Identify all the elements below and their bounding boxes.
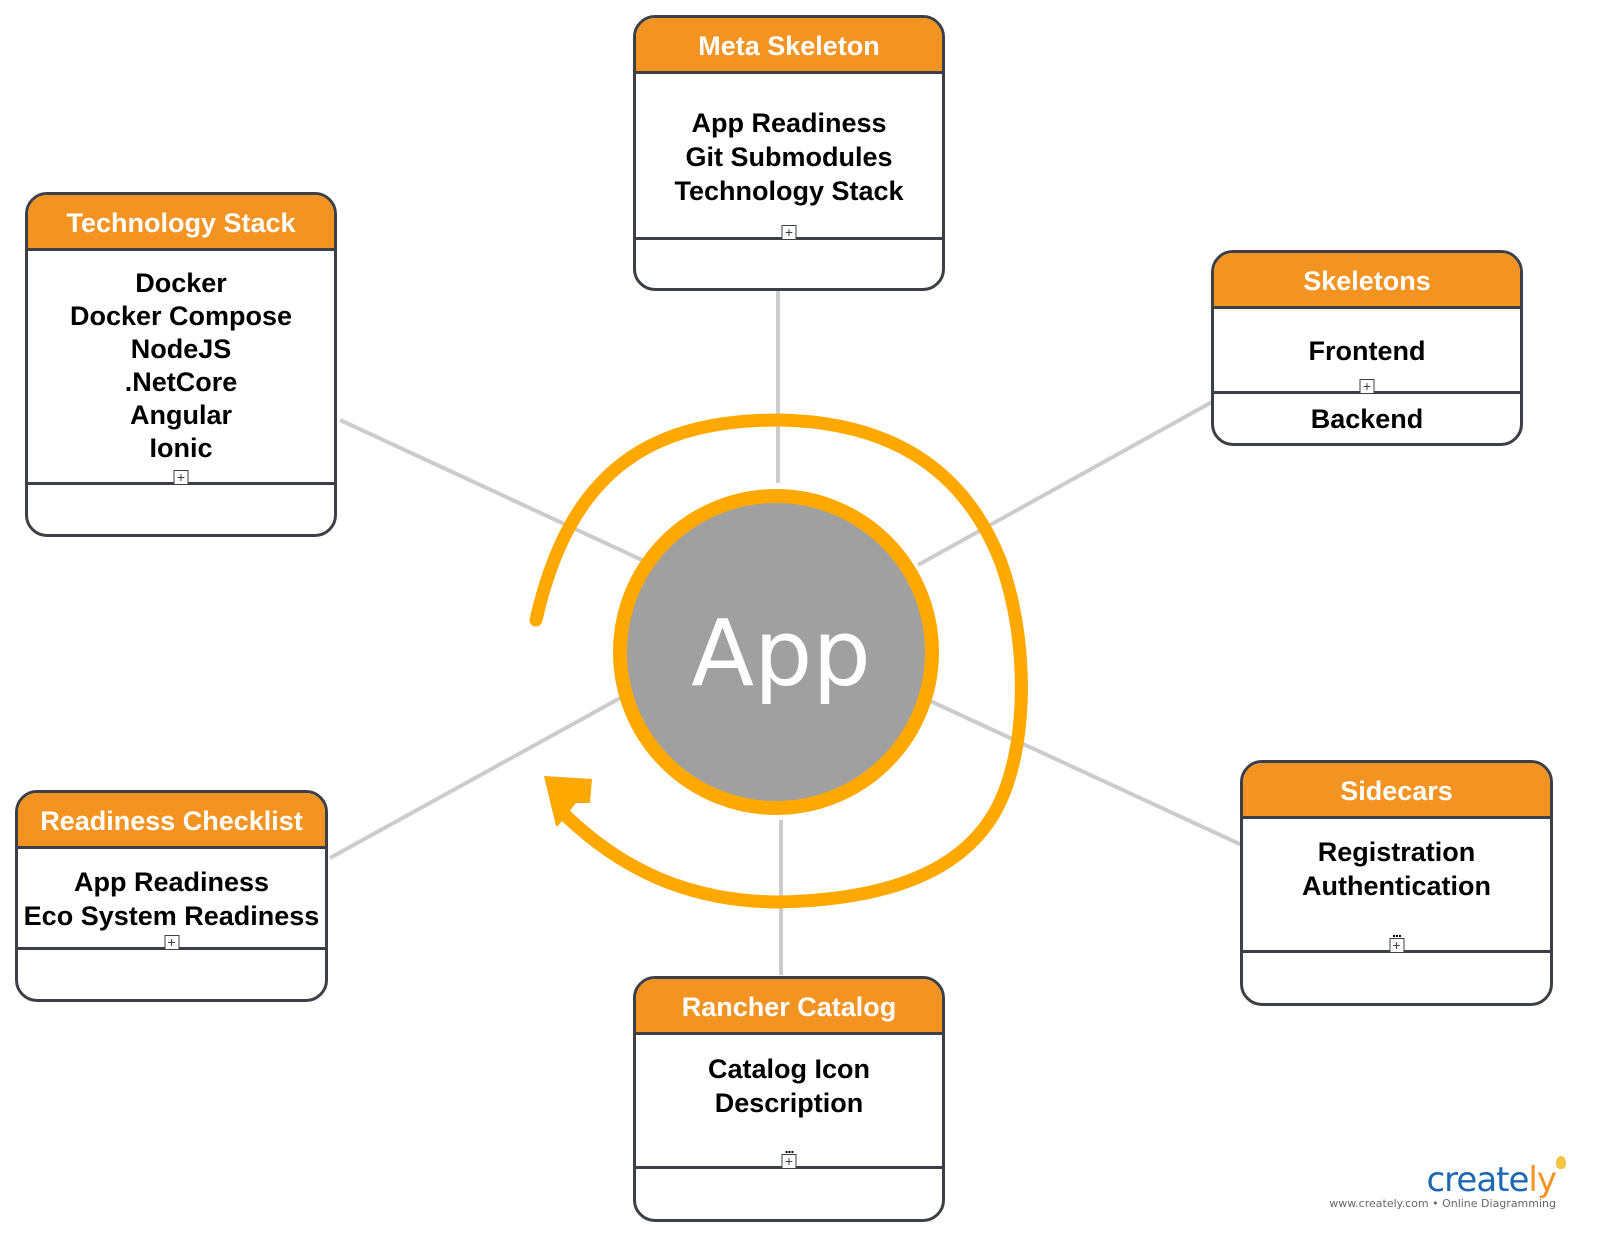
more-items-icon: ...: [1392, 924, 1402, 940]
expand-icon[interactable]: +: [1359, 379, 1375, 394]
card-title: Technology Stack: [28, 195, 334, 251]
card-meta-skeleton[interactable]: Meta Skeleton App Readiness Git Submodul…: [633, 15, 945, 291]
expand-icon[interactable]: +: [164, 935, 179, 950]
more-items-icon: ...: [784, 1140, 795, 1156]
brand-name-ly: ly: [1528, 1160, 1557, 1200]
card-item: Ionic: [149, 433, 213, 463]
connector-skeletons: [917, 400, 1213, 567]
card-sidecars[interactable]: Sidecars Registration Authentication ...…: [1240, 760, 1553, 1006]
card-items: App Readiness Eco System Readiness +: [18, 849, 325, 950]
card-item: Docker: [135, 268, 227, 298]
card-item: Angular: [129, 400, 232, 430]
card-title: Readiness Checklist: [18, 793, 325, 849]
creately-logo[interactable]: creately www.creately.com • Online Diagr…: [1329, 1160, 1557, 1210]
card-items: Docker Docker Compose NodeJS .NetCore An…: [28, 251, 334, 485]
brand-name-main: creat: [1426, 1160, 1509, 1200]
expand-icon[interactable]: +: [781, 1154, 797, 1169]
card-title: Meta Skeleton: [636, 18, 942, 74]
card-item: Eco System Readiness: [23, 901, 320, 931]
connector-sidecars: [927, 698, 1245, 848]
card-item: Git Submodules: [685, 142, 893, 172]
card-item: Catalog Icon: [707, 1054, 870, 1084]
card-item: App Readiness: [73, 867, 270, 897]
card-title: Rancher Catalog: [636, 979, 942, 1035]
expand-icon[interactable]: +: [1389, 938, 1404, 953]
card-technology-stack[interactable]: Technology Stack Docker Docker Compose N…: [25, 192, 337, 537]
app-center-label: App: [691, 600, 871, 707]
brand-name-e: e: [1508, 1160, 1530, 1200]
card-rancher-catalog[interactable]: Rancher Catalog Catalog Icon Description…: [633, 976, 945, 1222]
brand-name: creately: [1329, 1160, 1557, 1200]
card-item: Frontend: [1308, 336, 1426, 366]
card-title: Sidecars: [1243, 763, 1550, 819]
card-item: Authentication: [1302, 871, 1491, 901]
card-item: Docker Compose: [69, 301, 293, 331]
card-items: Frontend +: [1214, 309, 1520, 394]
card-items: Registration Authentication ... +: [1243, 819, 1550, 953]
expand-icon[interactable]: +: [781, 225, 797, 240]
card-item: .NetCore: [124, 367, 238, 397]
card-readiness-checklist[interactable]: Readiness Checklist App Readiness Eco Sy…: [15, 790, 328, 1002]
card-title: Skeletons: [1214, 253, 1520, 309]
card-items: App Readiness Git Submodules Technology …: [636, 74, 942, 240]
card-item: Registration: [1317, 837, 1476, 867]
lightbulb-icon: [1556, 1156, 1566, 1169]
brand-tagline: www.creately.com • Online Diagramming: [1329, 1197, 1556, 1210]
card-footer: Backend: [1310, 404, 1424, 434]
card-skeletons[interactable]: Skeletons Frontend + Backend: [1211, 250, 1523, 446]
card-item: Technology Stack: [674, 176, 904, 206]
expand-icon[interactable]: +: [173, 470, 189, 485]
card-items: Catalog Icon Description ... +: [636, 1035, 942, 1169]
card-item: NodeJS: [130, 334, 232, 364]
card-item: Description: [714, 1088, 864, 1118]
card-item: App Readiness: [691, 108, 887, 138]
